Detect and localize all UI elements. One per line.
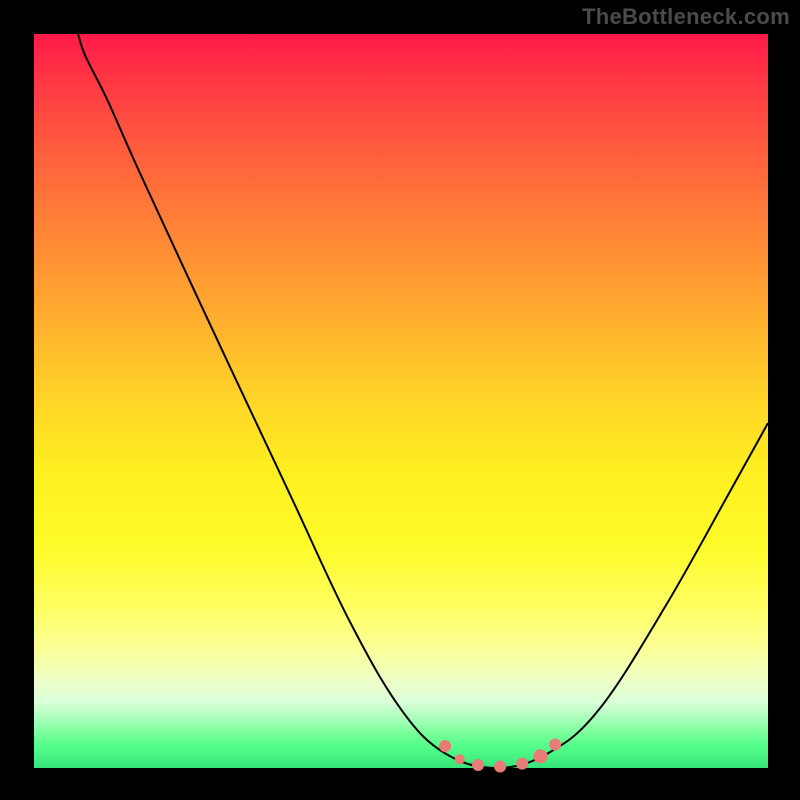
curve-marker xyxy=(455,754,465,764)
watermark-text: TheBottleneck.com xyxy=(582,4,790,30)
curve-marker xyxy=(549,739,561,751)
curve-marker xyxy=(472,759,484,771)
curve-marker xyxy=(494,761,506,773)
curve-marker xyxy=(439,740,451,752)
marker-group xyxy=(439,739,561,773)
curve-marker xyxy=(533,749,547,763)
plot-area xyxy=(34,34,768,768)
curve-marker xyxy=(516,758,528,770)
chart-svg xyxy=(34,34,768,768)
bottleneck-curve xyxy=(78,34,768,768)
chart-container: TheBottleneck.com xyxy=(0,0,800,800)
